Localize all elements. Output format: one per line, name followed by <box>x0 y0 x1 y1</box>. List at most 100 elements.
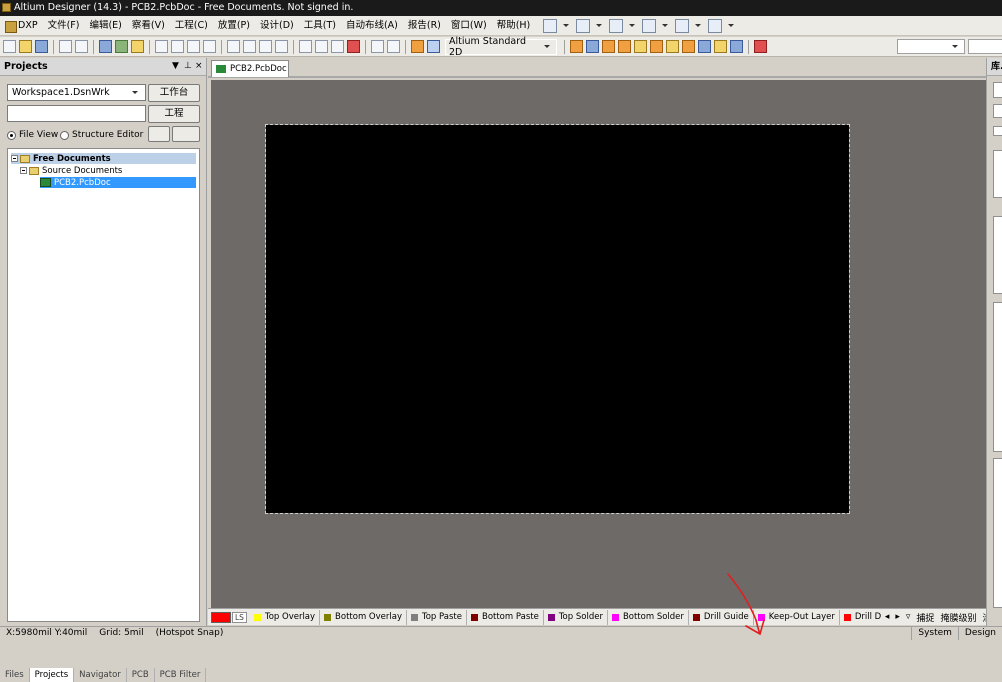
layer-tab[interactable]: Top Solder <box>544 609 608 625</box>
collapse-icon[interactable] <box>11 155 18 162</box>
tab-pcb[interactable]: PCB <box>127 668 155 682</box>
zoom-selected-icon[interactable] <box>187 40 200 53</box>
print-preview-icon[interactable] <box>75 40 88 53</box>
libraries-icon[interactable] <box>115 40 128 53</box>
open-document-button[interactable] <box>172 126 200 142</box>
move-icon[interactable] <box>315 40 328 53</box>
structure-editor-radio[interactable]: Structure Editor <box>60 130 143 140</box>
via-icon[interactable] <box>634 40 647 53</box>
chevron-down-icon[interactable] <box>629 24 636 27</box>
open-icon[interactable] <box>19 40 32 53</box>
view-mode-select[interactable]: Altium Standard 2D <box>445 36 557 58</box>
layer-tab[interactable]: Top Overlay <box>250 609 321 625</box>
layer-tab[interactable]: Bottom Paste <box>467 609 544 625</box>
find-select-icon[interactable] <box>609 18 624 33</box>
menu-window[interactable]: 窗口(W) <box>446 16 492 36</box>
clear-filter-icon[interactable] <box>347 40 360 53</box>
filter-combo[interactable] <box>897 39 965 54</box>
chevron-down-icon[interactable] <box>662 24 669 27</box>
deselect-icon[interactable] <box>331 40 344 53</box>
new-icon[interactable] <box>3 40 16 53</box>
layer-tab[interactable]: Top Paste <box>407 609 467 625</box>
tree-node-source-documents[interactable]: Source Documents <box>20 165 122 176</box>
menu-tools[interactable]: 工具(T) <box>299 16 341 36</box>
filter-input[interactable] <box>993 126 1002 136</box>
zoom-area-icon[interactable] <box>171 40 184 53</box>
menu-help[interactable]: 帮助(H) <box>492 16 536 36</box>
pencil-icon[interactable] <box>411 40 424 53</box>
collapse-icon[interactable] <box>20 167 27 174</box>
footprint-preview[interactable] <box>993 458 1002 608</box>
redo-icon[interactable] <box>387 40 400 53</box>
room-icon[interactable] <box>675 18 690 33</box>
pin-icon[interactable]: ⊥ <box>184 61 192 71</box>
tab-files[interactable]: Files <box>0 668 30 682</box>
chevron-down-icon[interactable] <box>695 24 702 27</box>
pcb-canvas[interactable] <box>211 80 986 608</box>
close-icon[interactable]: × <box>195 61 203 71</box>
place-icon[interactable] <box>642 18 657 33</box>
tab-navigator[interactable]: Navigator <box>74 668 127 682</box>
menu-design[interactable]: 设计(D) <box>255 16 299 36</box>
tab-pcb-filter[interactable]: PCB Filter <box>155 668 207 682</box>
copy-icon[interactable] <box>243 40 256 53</box>
layer-tab[interactable]: Drill Guide <box>689 609 754 625</box>
cut-icon[interactable] <box>227 40 240 53</box>
delete-icon[interactable] <box>754 40 767 53</box>
right-input[interactable] <box>968 39 1002 54</box>
interactive-route-icon[interactable] <box>570 40 583 53</box>
align-icon[interactable] <box>576 18 591 33</box>
project-tree[interactable]: Free Documents Source Documents PCB2.Pcb… <box>7 148 200 622</box>
zoom-fit-icon[interactable] <box>155 40 168 53</box>
tree-node-free-documents[interactable]: Free Documents <box>11 153 196 164</box>
component-icon[interactable] <box>714 40 727 53</box>
panel-menu-icon[interactable]: ▼ <box>172 61 179 71</box>
chevron-down-icon[interactable] <box>596 24 603 27</box>
workspace-select[interactable]: Workspace1.DsnWrk <box>7 84 146 101</box>
pad-icon[interactable] <box>618 40 631 53</box>
design-compiler-button[interactable]: Design <box>957 627 1002 640</box>
zoom-filtered-icon[interactable] <box>203 40 216 53</box>
fill-icon[interactable] <box>666 40 679 53</box>
project-button[interactable]: 工程 <box>148 105 200 123</box>
tree-node-pcb2[interactable]: PCB2.PcbDoc <box>40 177 196 188</box>
menu-project[interactable]: 工程(C) <box>170 16 213 36</box>
layer-tab[interactable]: Bottom Overlay <box>320 609 407 625</box>
pcb-board[interactable] <box>265 124 850 514</box>
diff-pair-route-icon[interactable] <box>586 40 599 53</box>
system-button[interactable]: System <box>911 627 958 640</box>
save-icon[interactable] <box>35 40 48 53</box>
current-layer-color[interactable] <box>211 611 231 623</box>
select-area-icon[interactable] <box>299 40 312 53</box>
scroll-right-icon[interactable]: ▸ <box>892 612 903 622</box>
print-icon[interactable] <box>59 40 72 53</box>
project-options-button[interactable] <box>148 126 170 142</box>
polygon-icon[interactable] <box>682 40 695 53</box>
libraries-button[interactable] <box>993 82 1002 98</box>
folder-icon[interactable] <box>131 40 144 53</box>
layer-tab[interactable]: Keep-Out Layer <box>754 609 840 625</box>
grid-icon[interactable] <box>708 18 723 33</box>
arc-icon[interactable] <box>650 40 663 53</box>
multi-route-icon[interactable] <box>602 40 615 53</box>
file-view-radio[interactable]: File View <box>7 130 58 140</box>
layer-tab[interactable]: Bottom Solder <box>608 609 689 625</box>
undo-icon[interactable] <box>371 40 384 53</box>
mask-level-button[interactable]: 掩膜级别 <box>937 611 979 624</box>
menu-edit[interactable]: 编辑(E) <box>84 16 126 36</box>
rubber-stamp-icon[interactable] <box>275 40 288 53</box>
menu-autoroute[interactable]: 自动布线(A) <box>341 16 403 36</box>
search-input[interactable] <box>993 104 1002 118</box>
menu-reports[interactable]: 报告(R) <box>403 16 446 36</box>
snap-button[interactable]: 捕捉 <box>913 611 937 624</box>
project-select[interactable] <box>7 105 146 122</box>
layer-set-button[interactable]: LS <box>232 611 247 623</box>
chevron-down-icon[interactable] <box>563 24 570 27</box>
menu-place[interactable]: 放置(P) <box>213 16 255 36</box>
tab-projects[interactable]: Projects <box>29 668 75 682</box>
chevron-down-icon[interactable] <box>728 24 735 27</box>
document-tab-pcb2[interactable]: PCB2.PcbDoc <box>211 60 289 77</box>
component-details[interactable] <box>993 216 1002 294</box>
string-icon[interactable] <box>698 40 711 53</box>
menu-view[interactable]: 察看(V) <box>127 16 170 36</box>
